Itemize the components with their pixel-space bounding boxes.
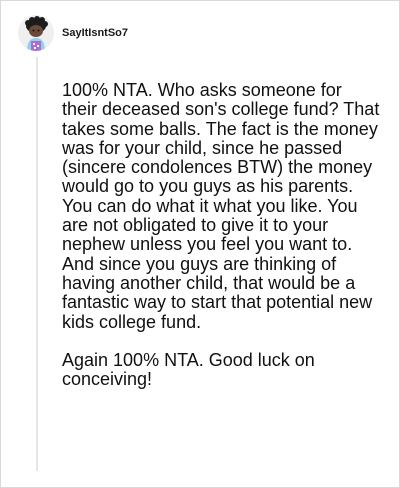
snoo-avatar-icon (18, 15, 54, 51)
comment-paragraph: Again 100% NTA. Good luck on conceiving! (62, 349, 315, 390)
comment-card: SayItIsntSo7 100% NTA. Who asks someone … (0, 0, 400, 488)
user-avatar[interactable] (18, 15, 54, 51)
comment-paragraph: 100% NTA. Who asks someone for their dec… (62, 80, 380, 332)
thread-line[interactable] (36, 57, 38, 471)
comment-body: 100% NTA. Who asks someone for their dec… (62, 80, 380, 390)
comment-author[interactable]: SayItIsntSo7 (62, 26, 128, 40)
